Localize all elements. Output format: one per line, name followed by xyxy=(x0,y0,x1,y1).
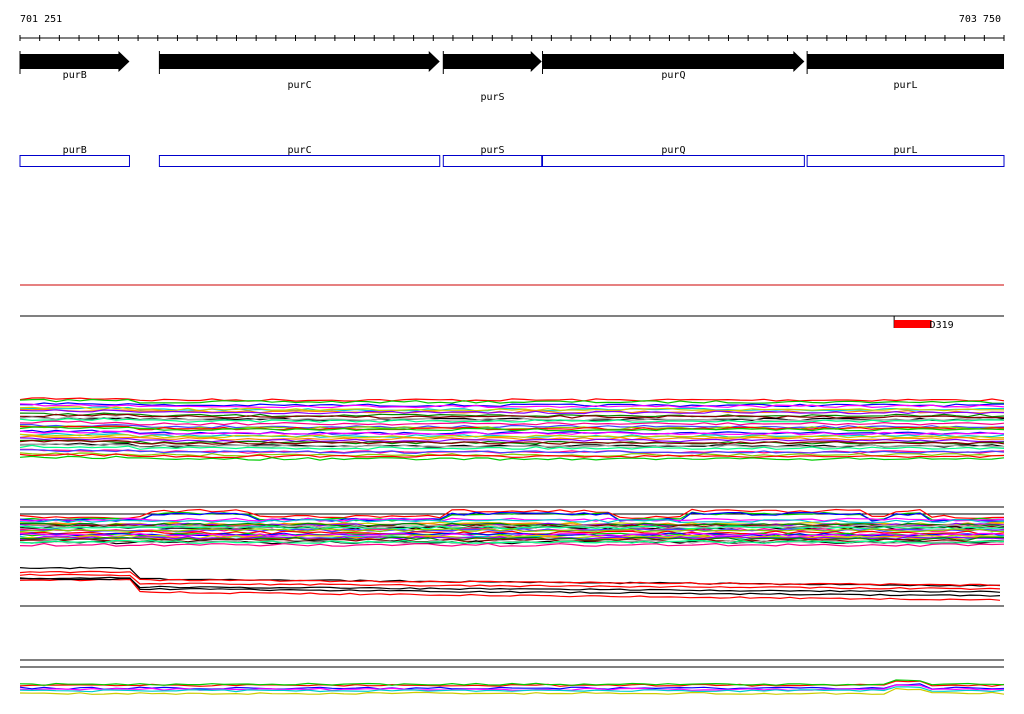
signal-track-2 xyxy=(19,508,1005,547)
ruler-start-label: 701 251 xyxy=(20,14,62,25)
gene-annotation-label: purS xyxy=(480,145,504,156)
feature-bar[interactable] xyxy=(894,320,932,328)
gene-label: purC xyxy=(288,80,312,91)
ruler-end-label: 703 750 xyxy=(959,14,1001,25)
coordinate-ruler: 701 251 703 750 xyxy=(19,14,1005,41)
signal-track-4 xyxy=(19,679,1005,695)
gene-label: purQ xyxy=(661,70,685,81)
gene-arrow-track: purB purC purS purQ purL xyxy=(19,51,1004,103)
gene-label: purB xyxy=(63,70,87,81)
gene-box-track: purB purC purS purQ purL xyxy=(19,145,1005,167)
gene-annotation-box[interactable] xyxy=(158,155,441,167)
gene-annotation-label: purQ xyxy=(661,145,685,156)
gene-annotation-label: purC xyxy=(288,145,312,156)
signal-track-3 xyxy=(19,566,1001,601)
gene-annotation-label: purL xyxy=(894,145,918,156)
gene-annotation-box[interactable] xyxy=(19,155,130,167)
gene-annotation-label: purB xyxy=(63,145,87,156)
gene-arrow-icon[interactable] xyxy=(159,51,440,72)
gene-arrow-icon[interactable] xyxy=(20,51,130,72)
gene-arrow-icon[interactable] xyxy=(807,54,1004,69)
gene-annotation-box[interactable] xyxy=(806,155,1005,167)
gene-annotation-box[interactable] xyxy=(442,155,543,167)
gene-annotation-box[interactable] xyxy=(542,155,805,167)
genome-browser-view: 701 251 703 750 purB purC purS purQ purL pur… xyxy=(19,14,1005,695)
gene-label: purS xyxy=(480,92,504,103)
feature-label: D319 xyxy=(930,320,954,331)
gene-label: purL xyxy=(894,80,918,91)
gene-arrow-icon[interactable] xyxy=(542,51,805,72)
signal-track-1 xyxy=(19,397,1005,461)
signal-line xyxy=(19,397,1005,402)
gene-arrow-icon[interactable] xyxy=(443,51,542,72)
feature-track: D319 xyxy=(893,316,954,331)
